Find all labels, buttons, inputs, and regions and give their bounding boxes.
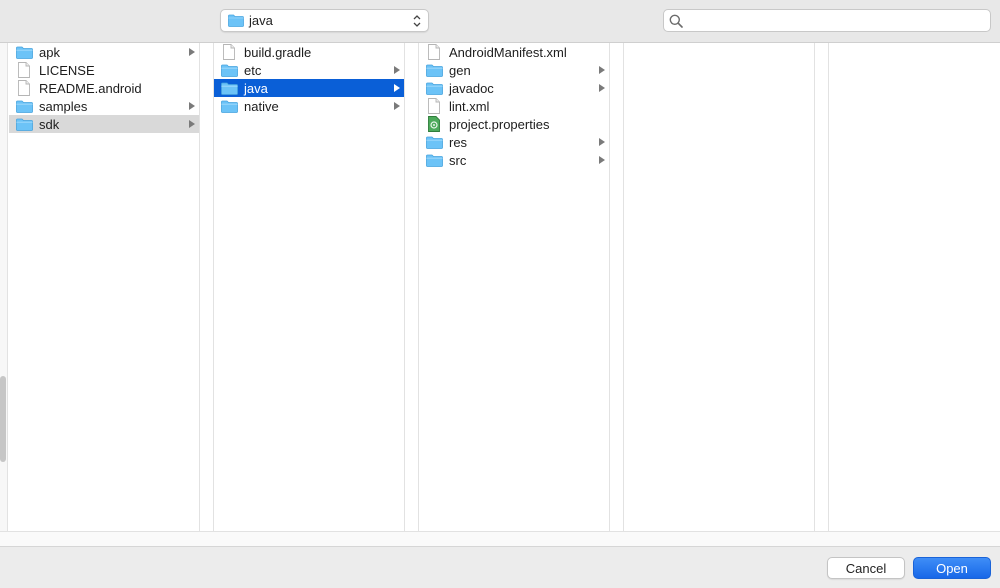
file-row[interactable]: samples <box>9 97 199 115</box>
folder-icon <box>425 80 443 96</box>
file-row[interactable]: build.gradle <box>214 43 404 61</box>
column-1: apk LICENSE README.android samples sdk <box>9 43 199 531</box>
file-row[interactable]: javadoc <box>419 79 609 97</box>
folder-icon <box>15 116 33 132</box>
file-row[interactable]: LICENSE <box>9 61 199 79</box>
file-name: java <box>244 80 268 96</box>
file-name: gen <box>449 62 471 78</box>
file-row[interactable]: src <box>419 151 609 169</box>
file-icon <box>425 98 443 114</box>
folder-icon <box>425 152 443 168</box>
folder-icon <box>220 62 238 78</box>
search-field[interactable] <box>663 9 991 32</box>
folder-icon <box>220 98 238 114</box>
disclosure-arrow-icon <box>599 66 605 74</box>
location-label: java <box>249 13 273 28</box>
location-popup[interactable]: java <box>220 9 429 32</box>
scrollbar-thumb[interactable] <box>0 376 6 462</box>
folder-icon <box>15 98 33 114</box>
disclosure-arrow-icon <box>394 84 400 92</box>
column-divider[interactable] <box>609 43 624 531</box>
column-3: AndroidManifest.xml gen javadoc lint.xml pro… <box>419 43 609 531</box>
file-icon <box>220 44 238 60</box>
file-row[interactable]: etc <box>214 61 404 79</box>
folder-icon <box>425 62 443 78</box>
disclosure-arrow-icon <box>394 66 400 74</box>
file-name: LICENSE <box>39 62 95 78</box>
file-name: etc <box>244 62 262 78</box>
file-name: AndroidManifest.xml <box>449 44 567 60</box>
file-icon <box>15 80 33 96</box>
disclosure-arrow-icon <box>189 48 195 56</box>
column-5 <box>829 43 1000 531</box>
file-name: samples <box>39 98 88 114</box>
file-row[interactable]: native <box>214 97 404 115</box>
file-name: javadoc <box>449 80 494 96</box>
column-divider[interactable] <box>199 43 214 531</box>
file-name: apk <box>39 44 60 60</box>
file-name: project.properties <box>449 116 550 132</box>
open-button[interactable]: Open <box>913 557 991 579</box>
file-row[interactable]: README.android <box>9 79 199 97</box>
column-2: build.gradle etc java native <box>214 43 404 531</box>
folder-icon <box>220 80 238 96</box>
toolbar: java <box>0 0 1000 43</box>
file-row[interactable]: java <box>214 79 404 97</box>
file-row[interactable]: apk <box>9 43 199 61</box>
file-row[interactable]: sdk <box>9 115 199 133</box>
file-icon <box>425 44 443 60</box>
dialog-footer: Cancel Open <box>0 546 1000 588</box>
file-row[interactable]: AndroidManifest.xml <box>419 43 609 61</box>
chevron-updown-icon <box>413 15 421 27</box>
file-row[interactable]: lint.xml <box>419 97 609 115</box>
file-name: sdk <box>39 116 60 132</box>
file-name: src <box>449 152 467 168</box>
disclosure-arrow-icon <box>599 156 605 164</box>
cancel-button[interactable]: Cancel <box>827 557 905 579</box>
file-row[interactable]: project.properties <box>419 115 609 133</box>
disclosure-arrow-icon <box>599 84 605 92</box>
folder-icon <box>425 134 443 150</box>
column-divider[interactable] <box>814 43 829 531</box>
file-row[interactable]: res <box>419 133 609 151</box>
disclosure-arrow-icon <box>599 138 605 146</box>
search-input[interactable] <box>688 12 984 29</box>
horizontal-scroll-track <box>0 531 1000 546</box>
file-name: build.gradle <box>244 44 312 60</box>
folder-icon <box>15 44 33 60</box>
folder-icon <box>228 14 244 27</box>
column-browser: apk LICENSE README.android samples sdk build… <box>0 43 1000 546</box>
search-icon <box>669 14 683 28</box>
file-icon <box>15 62 33 78</box>
column-divider[interactable] <box>404 43 419 531</box>
file-name: native <box>244 98 279 114</box>
file-name: README.android <box>39 80 142 96</box>
column-4 <box>624 43 814 531</box>
disclosure-arrow-icon <box>394 102 400 110</box>
file-row[interactable]: gen <box>419 61 609 79</box>
file-name: res <box>449 134 468 150</box>
disclosure-arrow-icon <box>189 102 195 110</box>
file-name: lint.xml <box>449 98 490 114</box>
properties-file-icon <box>425 116 443 132</box>
disclosure-arrow-icon <box>189 120 195 128</box>
